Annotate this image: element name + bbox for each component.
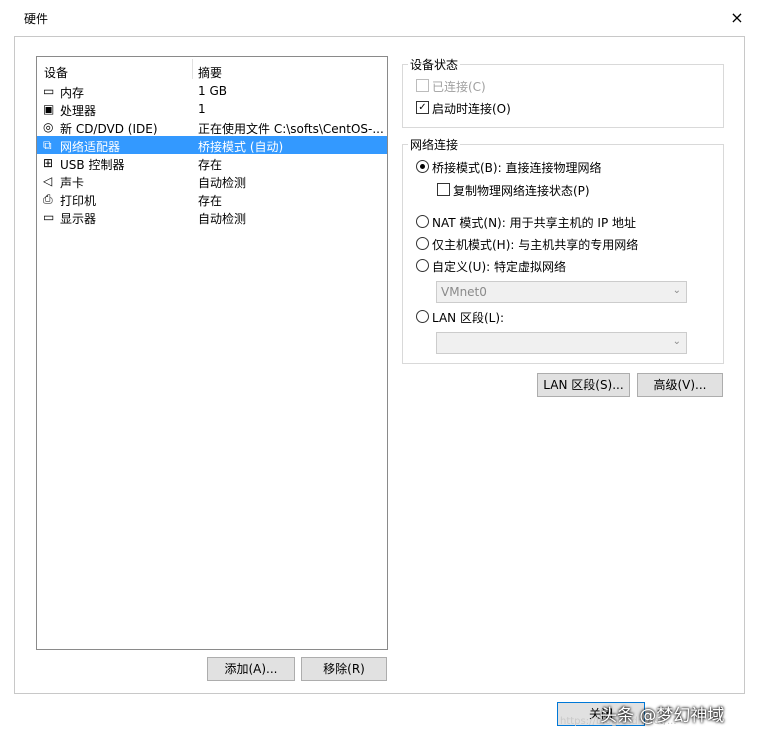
nat-radio[interactable] — [416, 215, 429, 228]
chevron-down-icon: ⌄ — [672, 285, 681, 296]
device-row-memory[interactable]: ▭ 内存 1 GB — [37, 82, 387, 100]
device-status-group — [402, 64, 724, 128]
replicate-state-checkbox[interactable] — [437, 183, 450, 196]
window-title: 硬件 — [24, 12, 49, 26]
device-row-printer[interactable]: ⎙ 打印机 存在 — [37, 190, 387, 208]
usb-icon: ⊞ — [43, 156, 54, 170]
custom-network-select[interactable]: VMnet0 ⌄ — [436, 281, 687, 303]
host-only-radio[interactable] — [416, 237, 429, 250]
device-name: 处理器 — [60, 104, 97, 118]
device-summary: 1 GB — [198, 84, 227, 98]
custom-label: 自定义(U): 特定虚拟网络 — [432, 260, 567, 274]
connect-at-power-on-checkbox[interactable]: ✓ — [416, 101, 429, 114]
device-name: 内存 — [60, 86, 85, 100]
replicate-state-label: 复制物理网络连接状态(P) — [453, 184, 590, 198]
memory-icon: ▭ — [43, 84, 55, 98]
nat-label: NAT 模式(N): 用于共享主机的 IP 地址 — [432, 216, 637, 230]
network-adapter-icon: ⧉ — [43, 138, 52, 152]
device-name: 网络适配器 — [60, 140, 121, 154]
network-connection-label: 网络连接 — [408, 136, 461, 153]
advanced-button[interactable]: 高级(V)... — [637, 373, 723, 397]
lan-segment-radio[interactable] — [416, 310, 429, 323]
device-name: USB 控制器 — [60, 158, 125, 172]
device-summary: 自动检测 — [198, 212, 247, 226]
device-list[interactable]: 设备 摘要 ▭ 内存 1 GB ▣ 处理器 1 ◎ 新 CD/DVD (IDE)… — [36, 56, 388, 650]
device-summary: 存在 — [198, 194, 223, 208]
add-device-button[interactable]: 添加(A)... — [207, 657, 295, 681]
column-divider[interactable] — [192, 59, 193, 79]
host-only-label: 仅主机模式(H): 与主机共享的专用网络 — [432, 238, 639, 252]
device-summary: 正在使用文件 C:\softs\CentOS-... — [198, 122, 384, 136]
bridged-radio[interactable] — [416, 160, 429, 173]
device-status-label: 设备状态 — [408, 56, 461, 73]
device-name: 新 CD/DVD (IDE) — [60, 122, 158, 136]
custom-radio[interactable] — [416, 259, 429, 272]
device-row-display[interactable]: ▭ 显示器 自动检测 — [37, 208, 387, 226]
remove-device-button[interactable]: 移除(R) — [301, 657, 387, 681]
close-icon[interactable]: × — [725, 6, 749, 30]
sound-card-icon: ◁ — [43, 174, 53, 188]
custom-network-value: VMnet0 — [441, 285, 487, 299]
device-name: 打印机 — [60, 194, 97, 208]
connected-label: 已连接(C) — [432, 80, 486, 94]
lan-segment-label: LAN 区段(L): — [432, 311, 505, 325]
network-connection-group — [402, 144, 724, 364]
device-summary: 自动检测 — [198, 176, 247, 190]
bridged-label: 桥接模式(B): 直接连接物理网络 — [432, 161, 602, 175]
device-summary: 桥接模式 (自动) — [198, 140, 284, 154]
device-row-processor[interactable]: ▣ 处理器 1 — [37, 100, 387, 118]
device-name: 显示器 — [60, 212, 97, 226]
device-row-usb[interactable]: ⊞ USB 控制器 存在 — [37, 154, 387, 172]
title-bar: 硬件 × — [0, 0, 765, 36]
device-row-network-adapter[interactable]: ⧉ 网络适配器 桥接模式 (自动) — [37, 136, 387, 154]
watermark: 头条 @梦幻神域 — [600, 706, 725, 726]
cd-dvd-icon: ◎ — [43, 120, 54, 134]
column-device[interactable]: 设备 — [44, 64, 68, 81]
device-summary: 1 — [198, 102, 206, 116]
printer-icon: ⎙ — [43, 192, 53, 206]
connected-checkbox[interactable] — [416, 79, 429, 92]
display-icon: ▭ — [43, 210, 55, 224]
column-summary[interactable]: 摘要 — [198, 64, 222, 81]
device-row-sound-card[interactable]: ◁ 声卡 自动检测 — [37, 172, 387, 190]
device-summary: 存在 — [198, 158, 223, 172]
device-name: 声卡 — [60, 176, 85, 190]
processor-icon: ▣ — [43, 102, 55, 116]
chevron-down-icon: ⌄ — [672, 336, 681, 347]
lan-segment-select[interactable]: ⌄ — [436, 332, 687, 354]
lan-segments-button[interactable]: LAN 区段(S)... — [537, 373, 630, 397]
device-row-cd-dvd[interactable]: ◎ 新 CD/DVD (IDE) 正在使用文件 C:\softs\CentOS-… — [37, 118, 387, 136]
connect-at-power-on-label: 启动时连接(O) — [432, 102, 511, 116]
device-list-header: 设备 摘要 — [37, 57, 387, 81]
